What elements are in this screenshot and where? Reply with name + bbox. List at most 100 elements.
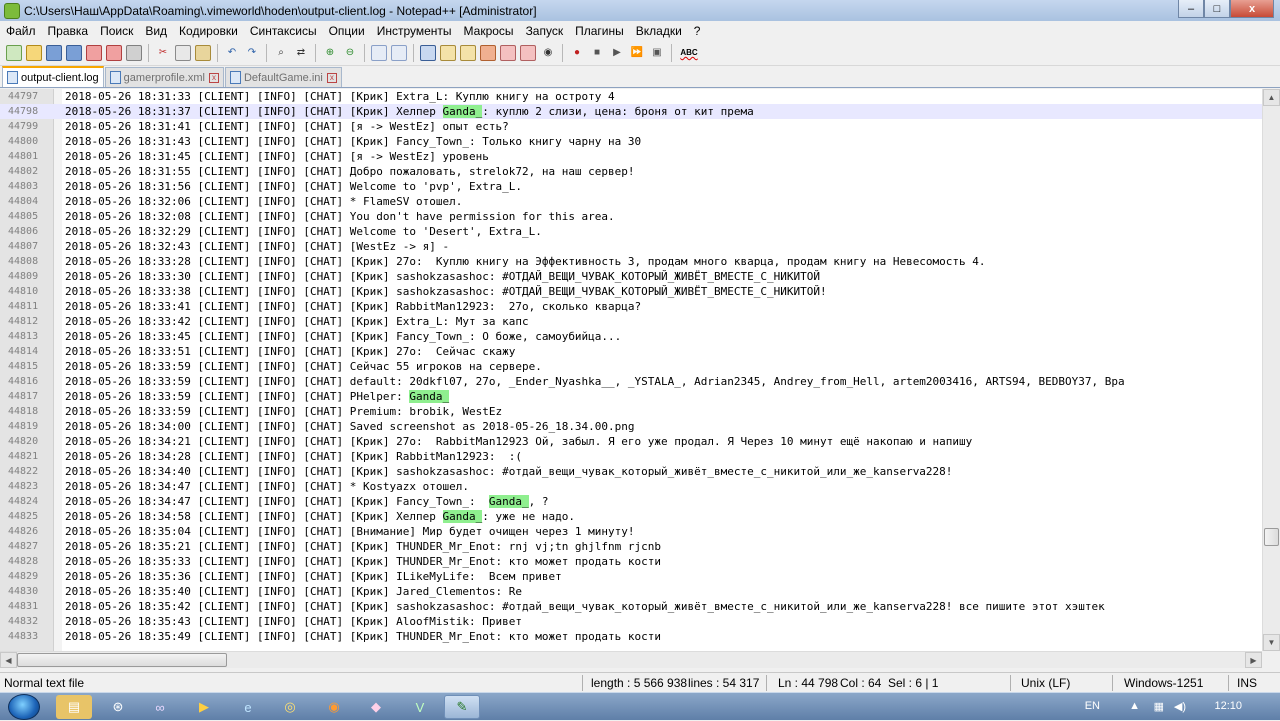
word-wrap-icon[interactable] [420,44,436,61]
visual-studio-icon[interactable]: ∞ [142,695,178,719]
editor-line[interactable]: 44804 2018-05-26 18:32:06 [CLIENT] [INFO]… [0,194,1262,209]
copy-icon[interactable] [175,44,191,61]
open-file-icon[interactable] [26,44,42,61]
scroll-right-icon[interactable]: ▶ [1245,652,1262,668]
menu-settings[interactable]: Опции [323,24,371,38]
editor-line[interactable]: 44819 2018-05-26 18:34:00 [CLIENT] [INFO]… [0,419,1262,434]
editor-line[interactable]: 44800 2018-05-26 18:31:43 [CLIENT] [INFO]… [0,134,1262,149]
editor-line[interactable]: 44799 2018-05-26 18:31:41 [CLIENT] [INFO]… [0,119,1262,134]
play-multiple-icon[interactable]: ⏩ [629,45,645,61]
chrome-icon[interactable]: ◎ [272,695,308,719]
media-player-icon[interactable]: ▶ [186,695,222,719]
lang-icon[interactable] [480,44,496,61]
editor-line[interactable]: 44833 2018-05-26 18:35:49 [CLIENT] [INFO]… [0,629,1262,644]
editor-line[interactable]: 44811 2018-05-26 18:33:41 [CLIENT] [INFO]… [0,299,1262,314]
menu-tools[interactable]: Инструменты [371,24,458,38]
menu-macros[interactable]: Макросы [458,24,520,38]
editor-line[interactable]: 44830 2018-05-26 18:35:40 [CLIENT] [INFO]… [0,584,1262,599]
scroll-left-icon[interactable]: ◀ [0,652,17,668]
editor-line[interactable]: 44818 2018-05-26 18:33:59 [CLIENT] [INFO]… [0,404,1262,419]
tab-close-icon[interactable]: x [326,72,337,83]
editor-line[interactable]: 44832 2018-05-26 18:35:43 [CLIENT] [INFO]… [0,614,1262,629]
vertical-scrollbar[interactable]: ▲ ▼ [1262,89,1280,651]
replace-icon[interactable]: ⇄ [293,45,309,61]
internet-explorer-icon[interactable]: e [230,695,266,719]
sync-horizontal-icon[interactable] [391,44,407,61]
editor-line[interactable]: 44817 2018-05-26 18:33:59 [CLIENT] [INFO]… [0,389,1262,404]
cut-icon[interactable]: ✂ [155,45,171,61]
redo-icon[interactable]: ↷ [244,45,260,61]
editor-line[interactable]: 44824 2018-05-26 18:34:47 [CLIENT] [INFO]… [0,494,1262,509]
close-file-icon[interactable] [86,44,102,61]
editor-line[interactable]: 44801 2018-05-26 18:31:45 [CLIENT] [INFO]… [0,149,1262,164]
clock[interactable]: 12:10 [1214,700,1242,712]
menu-run[interactable]: Запуск [520,24,570,38]
sync-vertical-icon[interactable] [371,44,387,61]
undo-icon[interactable]: ↶ [224,45,240,61]
menu-search[interactable]: Поиск [94,24,139,38]
record-macro-icon[interactable]: ● [569,45,585,61]
editor-line[interactable]: 44807 2018-05-26 18:32:43 [CLIENT] [INFO]… [0,239,1262,254]
editor-line[interactable]: 44803 2018-05-26 18:31:56 [CLIENT] [INFO]… [0,179,1262,194]
tab-defaultgame-ini[interactable]: DefaultGame.ini x [224,67,342,87]
vimeworld-icon[interactable]: V [402,695,438,719]
maximize-button[interactable]: □ [1204,0,1230,18]
horizontal-scrollbar[interactable]: ◀ ▶ [0,651,1262,668]
tab-close-icon[interactable]: x [208,72,219,83]
play-macro-icon[interactable]: ▶ [609,45,625,61]
menu-encoding[interactable]: Кодировки [173,24,244,38]
editor-line[interactable]: 44806 2018-05-26 18:32:29 [CLIENT] [INFO]… [0,224,1262,239]
editor-line[interactable]: 44812 2018-05-26 18:33:42 [CLIENT] [INFO]… [0,314,1262,329]
editor-line[interactable]: 44797 2018-05-26 18:31:33 [CLIENT] [INFO]… [0,89,1262,104]
steam-icon[interactable]: ⊛ [100,695,136,719]
editor-line[interactable]: 44828 2018-05-26 18:35:33 [CLIENT] [INFO]… [0,554,1262,569]
explorer-icon[interactable]: ▤ [56,695,92,719]
vertical-scroll-thumb[interactable] [1264,528,1279,546]
game-launcher-icon[interactable]: ◆ [358,695,394,719]
zoom-out-icon[interactable]: ⊖ [342,45,358,61]
scroll-down-icon[interactable]: ▼ [1263,634,1280,651]
save-macro-icon[interactable]: ▣ [649,45,665,61]
language-indicator[interactable]: EN [1085,700,1100,712]
editor-line[interactable]: 44810 2018-05-26 18:33:38 [CLIENT] [INFO]… [0,284,1262,299]
volume-icon[interactable]: ◀) [1174,700,1186,713]
editor-line[interactable]: 44798 2018-05-26 18:31:37 [CLIENT] [INFO]… [0,104,1262,119]
stop-macro-icon[interactable]: ■ [589,45,605,61]
save-icon[interactable] [46,44,62,61]
close-all-icon[interactable] [106,44,122,61]
zoom-in-icon[interactable]: ⊕ [322,45,338,61]
notepadpp-taskbar-icon[interactable]: ✎ [444,695,480,719]
tray-arrow-icon[interactable]: ▲ [1129,700,1140,712]
menu-syntax[interactable]: Синтаксисы [244,24,323,38]
editor-line[interactable]: 44820 2018-05-26 18:34:21 [CLIENT] [INFO]… [0,434,1262,449]
monitoring-icon[interactable]: ◉ [540,45,556,61]
editor-line[interactable]: 44825 2018-05-26 18:34:58 [CLIENT] [INFO]… [0,509,1262,524]
menu-plugins[interactable]: Плагины [569,24,630,38]
menu-view[interactable]: Вид [139,24,173,38]
close-button[interactable]: x [1230,0,1274,18]
new-file-icon[interactable] [6,44,22,61]
find-icon[interactable]: ⌕ [273,45,289,61]
editor-line[interactable]: 44827 2018-05-26 18:35:21 [CLIENT] [INFO]… [0,539,1262,554]
show-all-chars-icon[interactable] [440,44,456,61]
editor-line[interactable]: 44816 2018-05-26 18:33:59 [CLIENT] [INFO]… [0,374,1262,389]
network-icon[interactable]: ▦ [1154,700,1164,713]
menu-file[interactable]: Файл [0,24,42,38]
menu-help[interactable]: ? [688,24,707,38]
editor-line[interactable]: 44813 2018-05-26 18:33:45 [CLIENT] [INFO]… [0,329,1262,344]
paste-icon[interactable] [195,44,211,61]
tab-gamerprofile-xml[interactable]: gamerprofile.xml x [104,67,224,87]
editor-line[interactable]: 44805 2018-05-26 18:32:08 [CLIENT] [INFO]… [0,209,1262,224]
spellcheck-icon[interactable]: ABC [678,45,700,61]
doc-map-icon[interactable] [500,44,516,61]
save-all-icon[interactable] [66,44,82,61]
indent-guide-icon[interactable] [460,44,476,61]
scroll-up-icon[interactable]: ▲ [1263,89,1280,106]
print-icon[interactable] [126,44,142,61]
editor-line[interactable]: 44815 2018-05-26 18:33:59 [CLIENT] [INFO]… [0,359,1262,374]
editor-line[interactable]: 44814 2018-05-26 18:33:51 [CLIENT] [INFO]… [0,344,1262,359]
editor-line[interactable]: 44831 2018-05-26 18:35:42 [CLIENT] [INFO]… [0,599,1262,614]
editor-line[interactable]: 44823 2018-05-26 18:34:47 [CLIENT] [INFO]… [0,479,1262,494]
firefox-icon[interactable]: ◉ [316,695,352,719]
editor-area[interactable]: 44797 2018-05-26 18:31:33 [CLIENT] [INFO]… [0,89,1280,651]
